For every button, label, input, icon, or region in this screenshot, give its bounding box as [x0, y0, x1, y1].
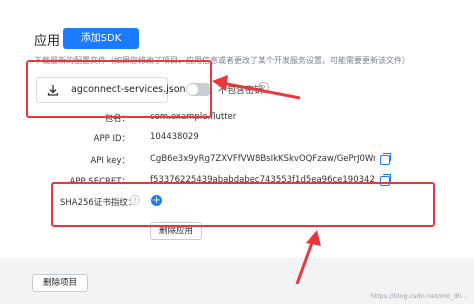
- annotation-arrows: [212, 75, 321, 285]
- watermark: https://blog.csdn.net/m0_dh...: [370, 292, 468, 300]
- arrow-to-sha-icon: [295, 230, 321, 285]
- arrow-to-download-icon: [212, 75, 301, 100]
